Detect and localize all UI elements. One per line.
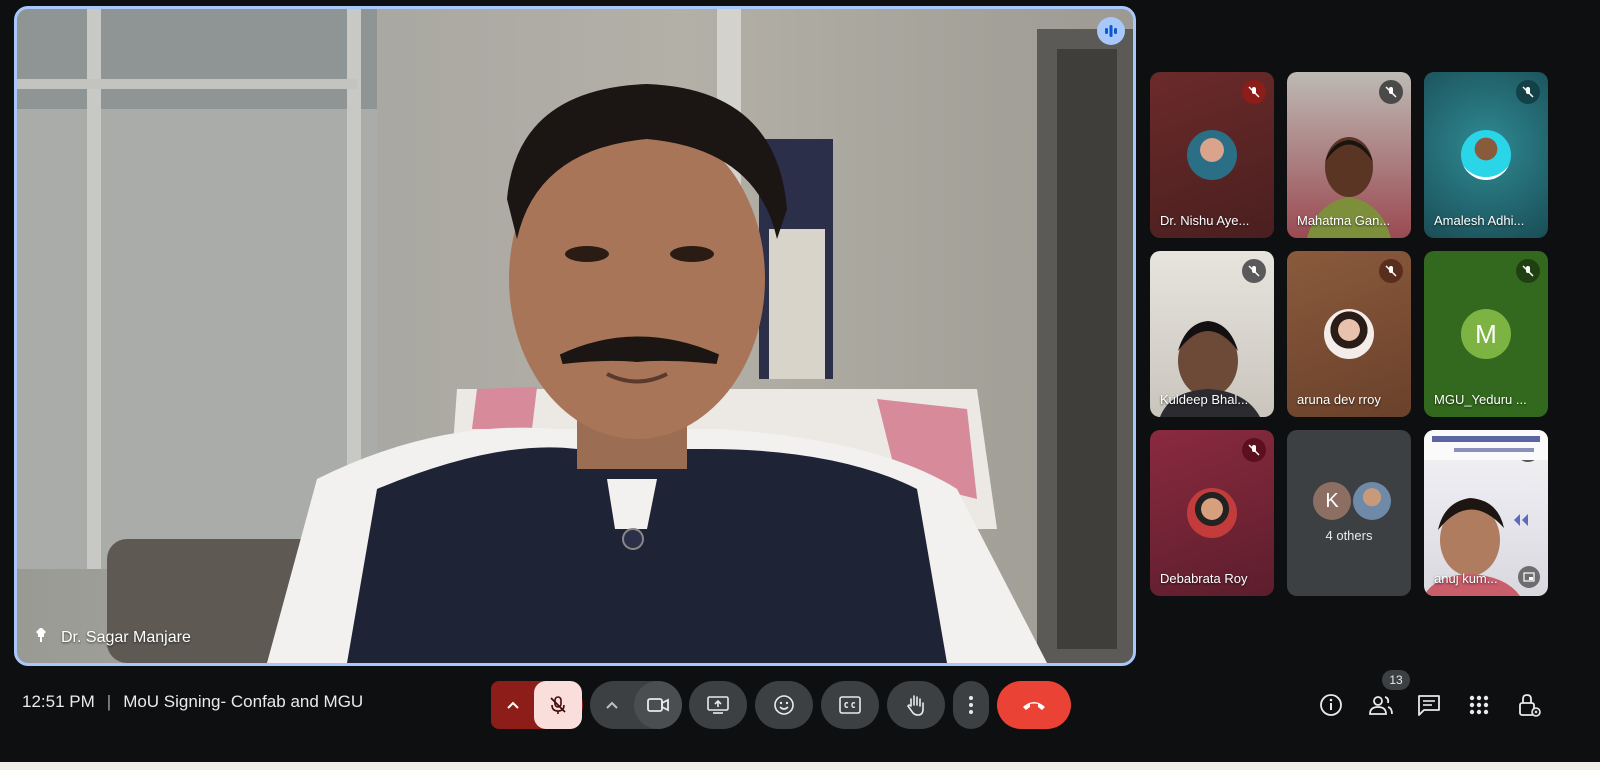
participant-tile[interactable]: aruna dev rroy — [1287, 251, 1411, 417]
participant-tile[interactable]: Kuldeep Bhal... — [1150, 251, 1274, 417]
others-avatars: K — [1313, 482, 1391, 520]
people-count-badge: 13 — [1382, 670, 1410, 690]
meet-stage: Dr. Sagar Manjare Dr. Nishu Aye... Mahat… — [0, 0, 1600, 762]
info-icon — [1320, 694, 1342, 716]
camera-control-group — [590, 681, 682, 729]
window-bottom-edge — [0, 762, 1600, 770]
others-count-label: 4 others — [1325, 528, 1373, 543]
participant-name: aruna dev rroy — [1297, 392, 1381, 407]
mic-off-icon — [1242, 80, 1266, 104]
avatar — [1353, 482, 1391, 520]
captions-button[interactable] — [821, 681, 879, 729]
mic-off-icon — [1516, 80, 1540, 104]
speaker-video — [17, 9, 1133, 663]
participant-name: MGU_Yeduru ... — [1434, 392, 1527, 407]
present-screen-icon — [707, 696, 729, 714]
camera-toggle-button[interactable] — [634, 681, 682, 729]
emoji-icon — [774, 695, 794, 715]
participant-name: Amalesh Adhi... — [1434, 213, 1525, 228]
participant-name: Debabrata Roy — [1160, 571, 1248, 586]
mic-off-icon — [1379, 259, 1403, 283]
audio-options-button[interactable] — [492, 681, 534, 729]
participant-name: Kuldeep Bhal... — [1160, 392, 1249, 407]
main-speaker-label: Dr. Sagar Manjare — [33, 626, 191, 649]
main-speaker-tile[interactable]: Dr. Sagar Manjare — [14, 6, 1136, 666]
participant-tile[interactable]: Mahatma Gan... — [1287, 72, 1411, 238]
meeting-time: 12:51 PM — [22, 692, 95, 711]
participant-tile[interactable]: anuj kum... — [1424, 430, 1548, 596]
more-options-button[interactable] — [953, 681, 989, 729]
participant-name: Dr. Nishu Aye... — [1160, 213, 1250, 228]
more-options-icon — [969, 696, 973, 714]
captions-icon — [839, 696, 861, 714]
avatar — [1187, 130, 1237, 180]
audio-wave-icon — [1097, 17, 1125, 45]
reactions-button[interactable] — [755, 681, 813, 729]
participant-tile[interactable]: Dr. Nishu Aye... — [1150, 72, 1274, 238]
avatar: K — [1313, 482, 1351, 520]
avatar: M — [1461, 309, 1511, 359]
mic-control-group — [491, 681, 583, 729]
present-button[interactable] — [689, 681, 747, 729]
participant-tile[interactable]: Debabrata Roy — [1150, 430, 1274, 596]
avatar — [1324, 309, 1374, 359]
mic-off-icon — [550, 696, 566, 714]
mic-off-icon — [1516, 259, 1540, 283]
raise-hand-button[interactable] — [887, 681, 945, 729]
meeting-info: 12:51 PM | MoU Signing- Confab and MGU — [22, 692, 363, 712]
activities-button[interactable] — [1464, 690, 1494, 720]
end-call-icon — [1023, 702, 1045, 710]
camera-icon — [647, 698, 669, 712]
raise-hand-icon — [907, 695, 924, 716]
people-icon — [1369, 696, 1393, 715]
meeting-details-button[interactable] — [1316, 690, 1346, 720]
chat-icon — [1418, 695, 1440, 716]
pin-icon[interactable] — [33, 626, 51, 649]
activities-icon — [1469, 695, 1489, 715]
participant-tile[interactable]: Amalesh Adhi... — [1424, 72, 1548, 238]
meeting-title: MoU Signing- Confab and MGU — [123, 692, 364, 711]
chat-button[interactable] — [1414, 690, 1444, 720]
host-controls-button[interactable] — [1514, 690, 1544, 720]
others-tile[interactable]: K 4 others — [1287, 430, 1411, 596]
participant-name: Mahatma Gan... — [1297, 213, 1391, 228]
avatar — [1461, 130, 1511, 180]
mic-toggle-button[interactable] — [534, 681, 582, 729]
video-options-button[interactable] — [590, 681, 634, 729]
mic-off-icon — [1242, 438, 1266, 462]
end-call-button[interactable] — [997, 681, 1071, 729]
host-controls-icon — [1519, 694, 1541, 717]
main-speaker-name: Dr. Sagar Manjare — [61, 628, 191, 646]
pip-icon[interactable] — [1518, 566, 1540, 588]
avatar — [1187, 488, 1237, 538]
participant-name: anuj kum... — [1434, 571, 1498, 586]
people-button[interactable] — [1366, 690, 1396, 720]
meeting-separator: | — [106, 692, 112, 711]
bottom-toolbar: 12:51 PM | MoU Signing- Confab and MGU 1… — [0, 670, 1600, 732]
participant-tile[interactable]: M MGU_Yeduru ... — [1424, 251, 1548, 417]
